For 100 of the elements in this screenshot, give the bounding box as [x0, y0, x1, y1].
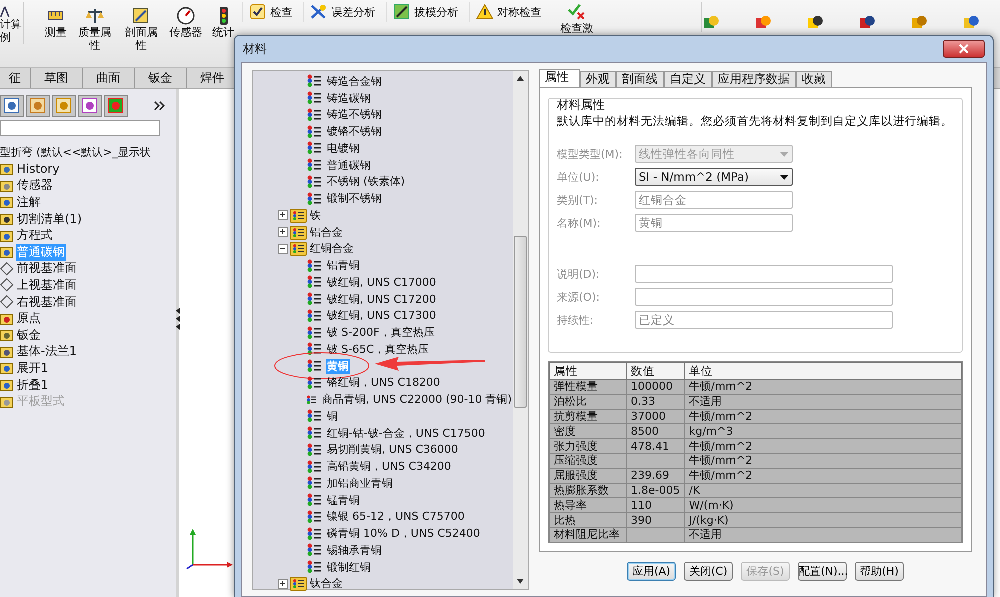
toolbar-button[interactable]: 对称检查 — [468, 2, 548, 22]
tree-item[interactable]: 镍银 65-12，UNS C75700 — [326, 509, 466, 524]
toolbar-button[interactable]: 质量属性 — [74, 2, 116, 52]
field-label: 类别(T): — [557, 192, 600, 208]
tree-item[interactable]: 原点 — [16, 310, 42, 328]
dialog-button[interactable]: 配置(N)... — [798, 562, 847, 581]
tree-item[interactable]: 易切削黄铜, UNS C36000 — [326, 442, 460, 458]
toolbar-button[interactable]: 测量 — [42, 2, 70, 39]
tab[interactable]: 应用程序数据 — [712, 71, 796, 87]
scroll-thumb[interactable] — [514, 236, 527, 408]
expand-icon[interactable] — [278, 578, 288, 589]
toolbar-button[interactable]: 计算例 — [0, 2, 24, 44]
tree-item[interactable]: 红铜-钴-铍-合金，UNS C17500 — [326, 426, 486, 441]
toolbar-button[interactable]: 检查 — [242, 2, 299, 22]
table-cell: 热膨胀系数 — [550, 483, 626, 498]
dialog-button[interactable]: 应用(A) — [627, 562, 676, 581]
draft-icon — [392, 3, 411, 21]
tab[interactable]: 自定义 — [664, 71, 712, 87]
checkbox-icon — [248, 3, 267, 21]
field-label: 持续性: — [557, 312, 595, 328]
tree-item[interactable]: 铸造合金钢 — [326, 74, 383, 89]
toolbar-button[interactable]: 检查激 — [558, 2, 597, 35]
tree-item[interactable]: 切割清单(1) — [16, 210, 83, 228]
toolbar-button[interactable]: 传感器 — [166, 2, 206, 39]
toolbar-button[interactable]: 误差分析 — [302, 2, 382, 22]
dropdown[interactable]: SI - N/mm^2 (MPa) — [635, 168, 793, 186]
tree-item[interactable]: 传感器 — [16, 177, 54, 194]
dialog-button[interactable]: 帮助(H) — [855, 562, 904, 581]
table-cell: 牛顿/mm^2 — [684, 380, 962, 394]
tree-item[interactable]: 不锈钢 (铁素体) — [326, 174, 406, 190]
tree-item[interactable]: 铍红铜, UNS C17000 — [326, 274, 438, 290]
tree-item[interactable]: 高铅黄铜，UNS C34200 — [326, 459, 452, 474]
toolbar-button[interactable]: 统计 — [210, 2, 238, 39]
tab[interactable]: 剖面线 — [616, 71, 664, 87]
tree-item[interactable]: 展开1 — [16, 360, 50, 377]
tree-item[interactable]: 镀铬不锈钢 — [326, 124, 383, 140]
panel-tab[interactable] — [26, 95, 50, 117]
table-cell: kg/m^3 — [684, 424, 962, 439]
tab[interactable]: 外观 — [580, 71, 616, 87]
expand-icon[interactable] — [278, 227, 288, 238]
panel-tab[interactable] — [78, 95, 102, 117]
command-tab[interactable]: 曲面 — [83, 68, 135, 88]
tree-item[interactable]: 锻制红铜 — [326, 560, 372, 575]
scrollbar[interactable] — [513, 71, 528, 589]
panel-tab[interactable] — [104, 95, 128, 117]
tree-item[interactable]: 前视基准面 — [16, 260, 78, 278]
tree-item[interactable]: 加铝商业青铜 — [326, 476, 394, 491]
tree-folder[interactable]: 铁 — [309, 208, 322, 223]
diagonal-check-icon — [310, 3, 328, 21]
tree-item[interactable]: 铬红铜，UNS C18200 — [326, 375, 442, 390]
table-cell: 239.69 — [626, 468, 685, 484]
collapse-icon[interactable] — [278, 244, 288, 254]
tree-item[interactable]: 锰青铜 — [326, 492, 361, 508]
filter-field[interactable] — [0, 120, 160, 136]
tree-item[interactable]: 锻制不锈钢 — [326, 191, 383, 206]
table-cell: 比热 — [550, 512, 626, 528]
tree-item[interactable]: 铸造碳钢 — [326, 90, 372, 106]
compass-icon — [0, 6, 10, 18]
table-cell: 泊松比 — [550, 394, 626, 410]
panel-tab[interactable] — [0, 95, 24, 117]
tab[interactable]: 收藏 — [796, 71, 832, 87]
toolbar-button[interactable]: 拔模分析 — [386, 2, 465, 22]
expand-icon[interactable] — [278, 210, 288, 220]
tree-folder[interactable]: 红铜合金 — [309, 241, 355, 256]
toolbar-button[interactable]: 剖面属性 — [120, 2, 163, 52]
tree-folder[interactable]: 钛合金 — [309, 576, 344, 592]
tree-folder[interactable]: 铝合金 — [309, 224, 344, 240]
tree-item[interactable]: 基体-法兰1 — [16, 343, 78, 360]
tree-item[interactable]: 电镀钢 — [326, 140, 361, 156]
tree-item[interactable]: 商品青铜, UNS C22000 (90-10 青铜) — [321, 392, 513, 408]
tree-item[interactable]: 磷青铜 10% D，UNS C52400 — [326, 526, 482, 542]
panel-tab[interactable] — [52, 95, 76, 117]
table-cell: 不适用 — [684, 527, 962, 542]
tree-item[interactable]: 普通碳钢 — [326, 158, 372, 173]
tree-item[interactable]: 方程式 — [16, 227, 54, 244]
tree-item[interactable]: 锡轴承青铜 — [326, 542, 383, 558]
tree-item[interactable]: 铜 — [326, 408, 339, 424]
close-button[interactable] — [943, 40, 985, 58]
command-tab[interactable]: 征 — [0, 68, 31, 88]
tree-item[interactable]: 铝青铜 — [326, 258, 361, 274]
table-cell: 牛顿/mm^2 — [684, 438, 962, 454]
tab[interactable]: 属性 — [539, 69, 580, 87]
tree-item[interactable]: 铍 S-200F，真空热压 — [326, 325, 436, 340]
info-text: 默认库中的材料无法编辑。您必须首先将材料复制到自定义库以进行编辑。 — [557, 114, 954, 129]
tree-item[interactable]: History — [16, 162, 61, 176]
dialog-button[interactable]: 关闭(C) — [684, 562, 733, 581]
panel-tab-icon — [4, 98, 20, 114]
command-tab[interactable]: 草图 — [31, 68, 83, 88]
tree-item[interactable]: 铍红铜, UNS C17300 — [326, 308, 438, 324]
part-name[interactable]: 型折弯 (默认<<默认>_显示状 — [0, 144, 176, 161]
tree-item[interactable]: 铍红铜, UNS C17200 — [326, 292, 438, 307]
tree-item[interactable]: 折叠1 — [16, 376, 50, 394]
table-cell: 张力强度 — [550, 438, 626, 454]
tree-item[interactable]: 上视基准面 — [16, 276, 78, 294]
tree-item[interactable]: 注解 — [16, 194, 42, 211]
tree-item[interactable]: 铸造不锈钢 — [326, 107, 383, 122]
tree-item[interactable]: 右视基准面 — [16, 294, 78, 311]
table-cell: 压缩强度 — [550, 453, 626, 468]
tree-item[interactable]: 钣金 — [16, 326, 42, 344]
command-tab[interactable]: 钣金 — [135, 68, 187, 88]
